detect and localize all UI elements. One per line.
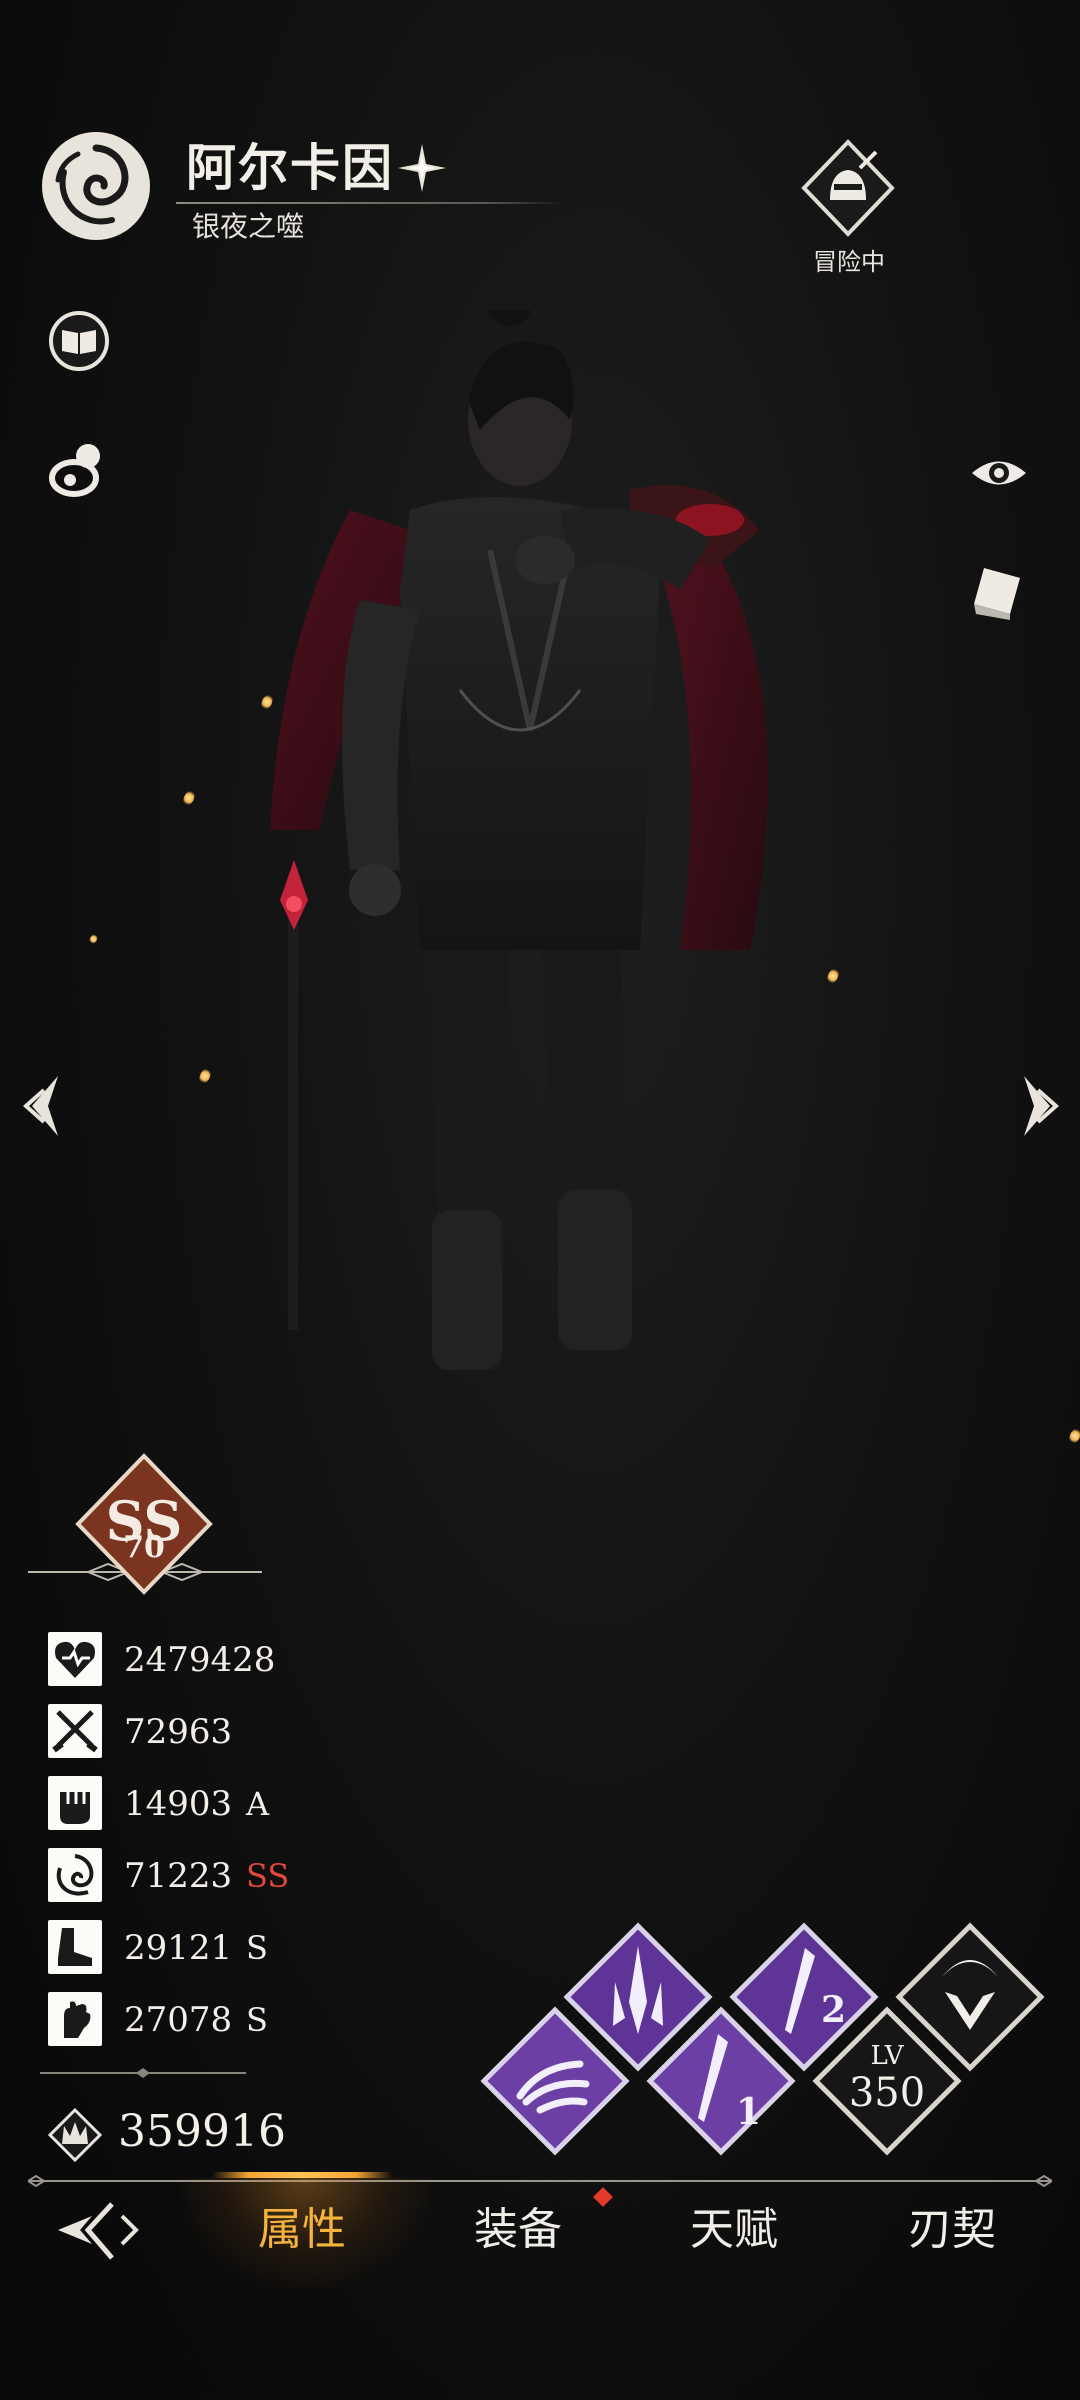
back-icon[interactable] (52, 2196, 142, 2266)
fist-icon (48, 1776, 102, 1830)
stat-grade: S (246, 1929, 268, 1967)
ember-spark (1067, 1426, 1080, 1446)
combat-power-value: 359916 (118, 2106, 286, 2157)
tab-equipment[interactable]: 装备 (438, 2202, 598, 2258)
notebook-icon[interactable] (964, 556, 1034, 626)
ember-spark (181, 788, 197, 808)
stat-value: 29121 (124, 1928, 233, 1968)
heart-icon (48, 1632, 102, 1686)
next-character-arrow-icon[interactable] (1012, 1070, 1064, 1142)
rank-badge: SS (75, 1453, 213, 1595)
stat-grade: SS (246, 1857, 290, 1895)
svg-text:1: 1 (736, 2091, 761, 2133)
character-figure (270, 310, 768, 1370)
tab-blade-pact[interactable]: 刃契 (872, 2202, 1032, 2258)
stat-row-magic: 71223 SS (48, 1848, 408, 1904)
stat-grade: A (246, 1785, 270, 1823)
active-tab-indicator (212, 2172, 392, 2178)
prev-character-arrow-icon[interactable] (18, 1070, 70, 1142)
adventure-helmet-icon[interactable] (800, 138, 896, 238)
stat-grade: S (246, 2001, 268, 2039)
swirl-icon (48, 1848, 102, 1902)
stats-divider (40, 2068, 246, 2078)
tab-attributes[interactable]: 属性 (222, 2202, 382, 2258)
stat-value: 14903 (124, 1784, 233, 1824)
stat-row-spirit: 27078 S (48, 1992, 408, 2048)
name-divider (176, 202, 562, 204)
skill-slot-emblem[interactable] (895, 1922, 1045, 2072)
pacifier-icon[interactable] (44, 436, 114, 506)
stat-value: 72963 (124, 1712, 233, 1752)
rank-level: 70 (123, 1530, 165, 1565)
stat-row-strength: 14903 A (48, 1776, 408, 1832)
adventure-status: 冒险中 (813, 248, 885, 276)
stat-value: 2479428 (124, 1640, 276, 1680)
hand-icon (48, 1992, 102, 2046)
eye-icon[interactable] (964, 438, 1034, 508)
star-icon (398, 144, 446, 192)
book-icon[interactable] (44, 306, 114, 376)
combat-power-row: 359916 (48, 2104, 408, 2164)
stat-row-agility: 29121 S (48, 1920, 408, 1976)
character-name: 阿尔卡因 (186, 138, 394, 197)
character-title: 银夜之噬 (192, 210, 305, 243)
staff-weapon (280, 860, 308, 1330)
stat-value: 71223 (124, 1856, 233, 1896)
ember-spark (197, 1066, 213, 1086)
svg-text:350: 350 (849, 2070, 925, 2116)
crown-icon (48, 2108, 102, 2162)
stat-row-hp: 2479428 (48, 1632, 408, 1688)
class-emblem-icon (42, 132, 150, 240)
tab-talent[interactable]: 天赋 (654, 2202, 814, 2258)
stat-value: 27078 (124, 2000, 233, 2040)
boot-icon (48, 1920, 102, 1974)
ember-spark (88, 932, 99, 946)
crossed-swords-icon (48, 1704, 102, 1758)
stat-row-attack: 72963 (48, 1704, 408, 1760)
